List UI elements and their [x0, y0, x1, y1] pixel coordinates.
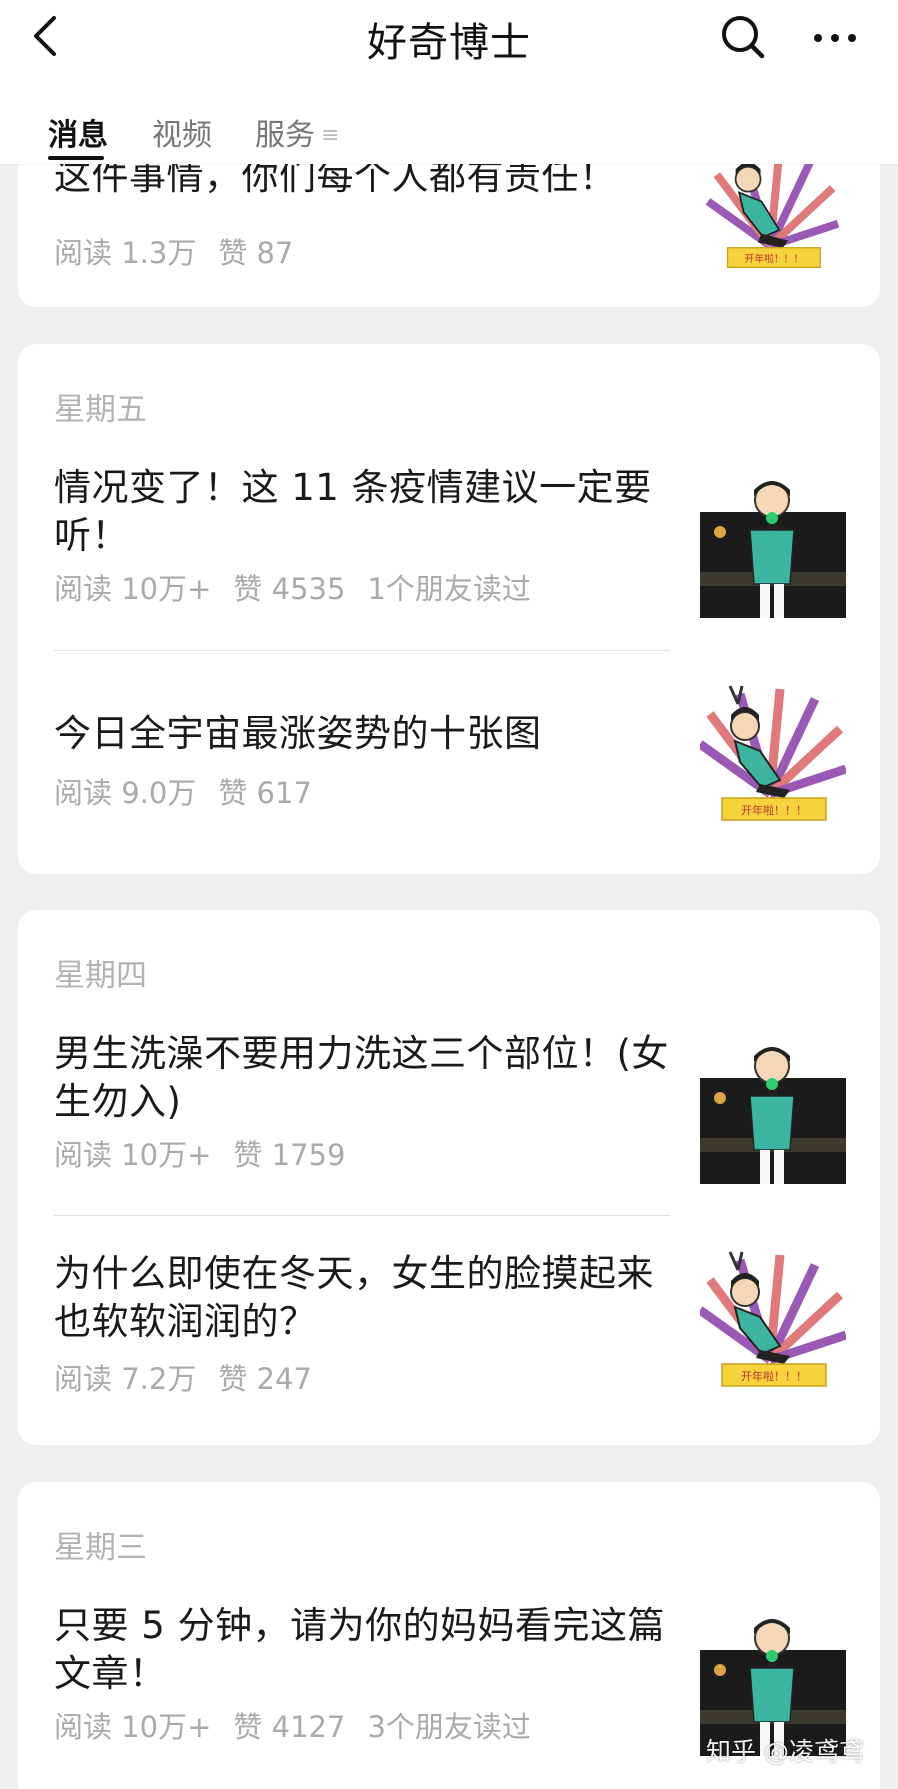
like-count: 赞 617 [218, 776, 312, 810]
divider [54, 650, 670, 651]
like-count: 赞 4127 [233, 1710, 346, 1744]
day-label: 星期四 [54, 958, 147, 994]
top-bar: 好奇博士 消息 视频 服务 ≡ [0, 0, 898, 164]
divider [54, 1215, 670, 1216]
nav-row: 好奇博士 [0, 0, 898, 74]
menu-lines-icon: ≡ [321, 123, 340, 148]
article-thumbnail [700, 1038, 846, 1184]
read-count: 阅读 7.2万 [54, 1362, 197, 1396]
like-count: 赞 87 [218, 236, 294, 270]
dancing-cartoon-image: 开年啦！！！ [705, 148, 840, 278]
article-title: 只要 5 分钟，请为你的妈妈看完这篇文章！ [54, 1604, 666, 1695]
like-count: 赞 247 [218, 1362, 312, 1396]
article-thumbnail: 开年啦！！！ [700, 684, 846, 830]
article-meta: 阅读 10万+ 赞 4127 3个朋友读过 [54, 1704, 553, 1746]
message-card: 星期四 男生洗澡不要用力洗这三个部位！(女生勿入) 阅读 10万+ 赞 1759 … [18, 910, 880, 1445]
article-meta: 阅读 10万+ 赞 1759 [54, 1132, 367, 1174]
dancing-cartoon-image: 开年啦！！！ [700, 684, 846, 830]
friends-read: 1个朋友读过 [367, 572, 531, 606]
like-count: 赞 1759 [233, 1138, 346, 1172]
tab-bar: 消息 视频 服务 ≡ [0, 110, 898, 164]
dancing-cartoon-image: 开年啦！！！ [700, 1250, 846, 1396]
more-icon[interactable] [810, 20, 860, 56]
read-count: 阅读 10万+ [54, 1710, 212, 1744]
article-title: 今日全宇宙最涨姿势的十张图 [54, 712, 542, 755]
microphone-cartoon-image [700, 1038, 846, 1184]
tab-messages[interactable]: 消息 [48, 110, 108, 154]
article-title: 为什么即使在冬天，女生的脸摸起来也软软润润的？ [54, 1252, 654, 1343]
tab-services[interactable]: 服务 ≡ [255, 110, 339, 154]
day-label: 星期三 [54, 1530, 147, 1566]
tab-videos[interactable]: 视频 [152, 110, 212, 154]
search-icon[interactable] [718, 12, 768, 62]
message-card: 星期五 情况变了！这 11 条疫情建议一定要听！ 阅读 10万+ 赞 4535 1个… [18, 344, 880, 874]
read-count: 阅读 9.0万 [54, 776, 197, 810]
article-meta: 阅读 7.2万赞 247 [54, 1356, 334, 1398]
article-thumbnail: 开年啦！！！ [705, 148, 840, 278]
article-meta: 阅读 1.3万赞 87 [54, 230, 315, 272]
svg-text:开年啦！！！: 开年啦！！！ [741, 803, 807, 817]
microphone-cartoon-image [700, 472, 846, 618]
article-title: 男生洗澡不要用力洗这三个部位！(女生勿入) [54, 1032, 669, 1123]
svg-text:开年啦！！！: 开年啦！！！ [745, 252, 804, 265]
day-label: 星期五 [54, 392, 147, 428]
article-thumbnail: 开年啦！！！ [700, 1250, 846, 1396]
svg-text:开年啦！！！: 开年啦！！！ [741, 1369, 807, 1383]
article-meta: 阅读 10万+ 赞 4535 1个朋友读过 [54, 566, 553, 608]
read-count: 阅读 10万+ [54, 1138, 212, 1172]
article-title: 情况变了！这 11 条疫情建议一定要听！ [54, 466, 652, 557]
zhihu-watermark: 知乎 @凌鸢鸢 [706, 1737, 864, 1766]
friends-read: 3个朋友读过 [367, 1710, 531, 1744]
article-meta: 阅读 9.0万赞 617 [54, 770, 334, 812]
read-count: 阅读 10万+ [54, 572, 212, 606]
like-count: 赞 4535 [233, 572, 346, 606]
active-tab-indicator [48, 156, 104, 160]
read-count: 阅读 1.3万 [54, 236, 197, 270]
tab-services-label: 服务 [255, 118, 315, 153]
article-thumbnail [700, 472, 846, 618]
